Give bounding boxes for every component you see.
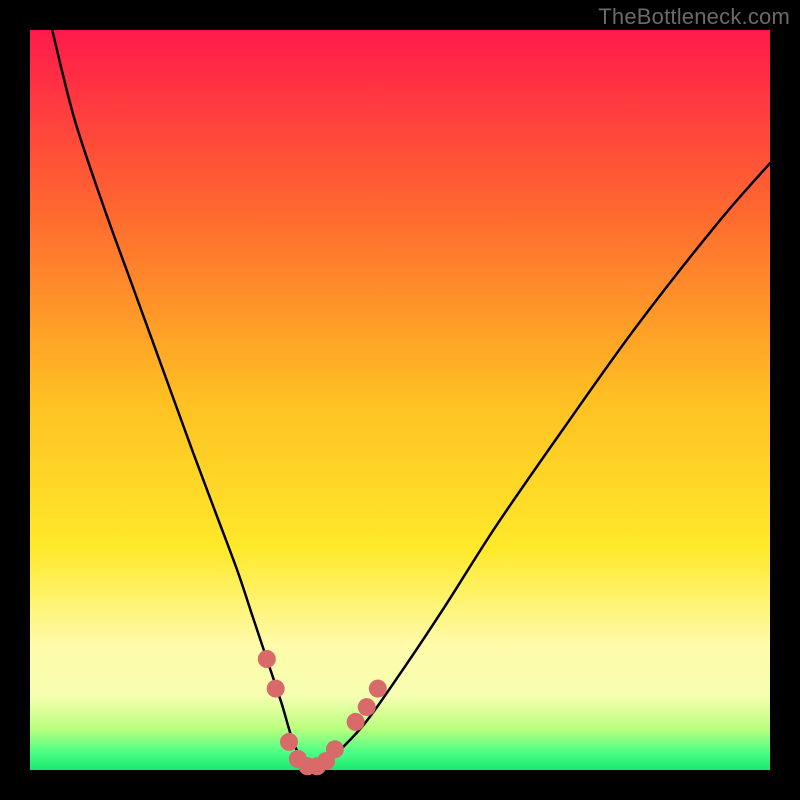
watermark-text: TheBottleneck.com	[598, 4, 790, 30]
plot-background	[30, 30, 770, 770]
curve-marker	[280, 733, 298, 751]
curve-marker	[326, 740, 344, 758]
curve-marker	[369, 680, 387, 698]
chart-frame: TheBottleneck.com	[0, 0, 800, 800]
curve-marker	[358, 698, 376, 716]
bottleneck-chart	[0, 0, 800, 800]
curve-marker	[267, 680, 285, 698]
curve-marker	[258, 650, 276, 668]
curve-marker	[347, 713, 365, 731]
